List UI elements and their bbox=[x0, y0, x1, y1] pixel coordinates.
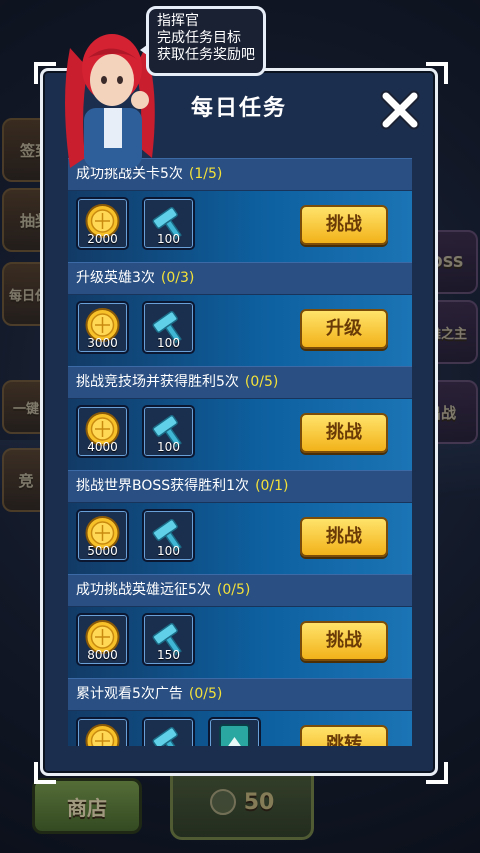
task-body: 3000 100 升级 bbox=[68, 295, 412, 367]
task-progress: (0/5) bbox=[216, 582, 251, 598]
reward-item[interactable]: 5000 bbox=[76, 509, 129, 562]
task-list[interactable]: 成功挑战关卡5次 (1/5) 2000 100 挑战 升级英雄3次 (0/3) 3000… bbox=[68, 158, 412, 746]
task-progress: (0/1) bbox=[255, 478, 289, 494]
task-header: 成功挑战英雄远征5次 (0/5) bbox=[68, 574, 412, 607]
reward-quantity: 100 bbox=[157, 232, 180, 246]
task-progress: (1/5) bbox=[188, 166, 223, 182]
reward-item[interactable]: 3000 bbox=[76, 301, 129, 354]
reward-quantity: 5000 bbox=[87, 544, 118, 558]
task-header: 升级英雄3次 (0/3) bbox=[68, 262, 412, 295]
task-progress: (0/3) bbox=[160, 270, 195, 286]
task-action-button[interactable]: 挑战 bbox=[300, 621, 388, 661]
close-icon bbox=[380, 90, 420, 130]
speech-line: 完成任务目标 bbox=[157, 30, 241, 46]
close-button[interactable] bbox=[378, 88, 422, 132]
reward-item[interactable]: 100 bbox=[142, 301, 195, 354]
reward-quantity: 100 bbox=[157, 544, 180, 558]
task-title: 累计观看5次广告 bbox=[76, 686, 183, 702]
task-body: 5000 100 挑战 bbox=[68, 503, 412, 575]
reward-quantity: 3000 bbox=[87, 336, 118, 350]
task-row: 挑战世界BOSS获得胜利1次 (0/1) 5000 100 挑战 bbox=[68, 470, 412, 575]
task-action-button[interactable]: 挑战 bbox=[300, 517, 388, 557]
task-body: 跳转 bbox=[68, 711, 412, 746]
gold-coin-icon bbox=[85, 724, 120, 746]
speech-line: 获取任务奖励吧 bbox=[157, 47, 255, 63]
reward-item[interactable] bbox=[76, 717, 129, 746]
task-body: 2000 100 挑战 bbox=[68, 191, 412, 263]
reward-quantity: 150 bbox=[157, 648, 180, 662]
task-title: 挑战世界BOSS获得胜利1次 bbox=[76, 478, 250, 494]
task-action-button[interactable]: 挑战 bbox=[300, 413, 388, 453]
task-row: 累计观看5次广告 (0/5) 跳转 bbox=[68, 678, 412, 746]
reward-item[interactable]: 100 bbox=[142, 405, 195, 458]
panel-corner bbox=[34, 762, 56, 784]
reward-item[interactable] bbox=[208, 717, 261, 746]
reward-quantity: 4000 bbox=[87, 440, 118, 454]
task-title: 挑战竞技场并获得胜利5次 bbox=[76, 374, 239, 390]
task-action-button[interactable]: 升级 bbox=[300, 309, 388, 349]
reward-item[interactable]: 8000 bbox=[76, 613, 129, 666]
task-progress: (0/5) bbox=[188, 686, 223, 702]
task-row: 升级英雄3次 (0/3) 3000 100 升级 bbox=[68, 262, 412, 367]
reward-quantity: 100 bbox=[157, 336, 180, 350]
task-body: 4000 100 挑战 bbox=[68, 399, 412, 471]
speech-line: 指挥官 bbox=[157, 13, 199, 29]
speech-bubble: 指挥官 完成任务目标 获取任务奖励吧 bbox=[146, 6, 266, 76]
panel-corner bbox=[426, 62, 448, 84]
reward-item[interactable]: 100 bbox=[142, 509, 195, 562]
reward-quantity: 2000 bbox=[87, 232, 118, 246]
task-header: 挑战世界BOSS获得胜利1次 (0/1) bbox=[68, 470, 412, 503]
task-header: 累计观看5次广告 (0/5) bbox=[68, 678, 412, 711]
task-body: 8000 150 挑战 bbox=[68, 607, 412, 679]
reward-item[interactable]: 150 bbox=[142, 613, 195, 666]
panel-corner bbox=[426, 762, 448, 784]
reward-quantity: 100 bbox=[157, 440, 180, 454]
reward-item[interactable]: 2000 bbox=[76, 197, 129, 250]
task-row: 挑战竞技场并获得胜利5次 (0/5) 4000 100 挑战 bbox=[68, 366, 412, 471]
card-icon bbox=[219, 724, 250, 746]
hammer-icon bbox=[152, 726, 182, 746]
task-title: 成功挑战英雄远征5次 bbox=[76, 582, 211, 598]
task-action-button[interactable]: 跳转 bbox=[300, 725, 388, 746]
task-progress: (0/5) bbox=[244, 374, 279, 390]
reward-quantity: 8000 bbox=[87, 648, 118, 662]
reward-item[interactable]: 100 bbox=[142, 197, 195, 250]
task-row: 成功挑战英雄远征5次 (0/5) 8000 150 挑战 bbox=[68, 574, 412, 679]
reward-item[interactable] bbox=[142, 717, 195, 746]
task-title: 升级英雄3次 bbox=[76, 270, 155, 286]
reward-item[interactable]: 4000 bbox=[76, 405, 129, 458]
task-action-button[interactable]: 挑战 bbox=[300, 205, 388, 245]
task-header: 挑战竞技场并获得胜利5次 (0/5) bbox=[68, 366, 412, 399]
